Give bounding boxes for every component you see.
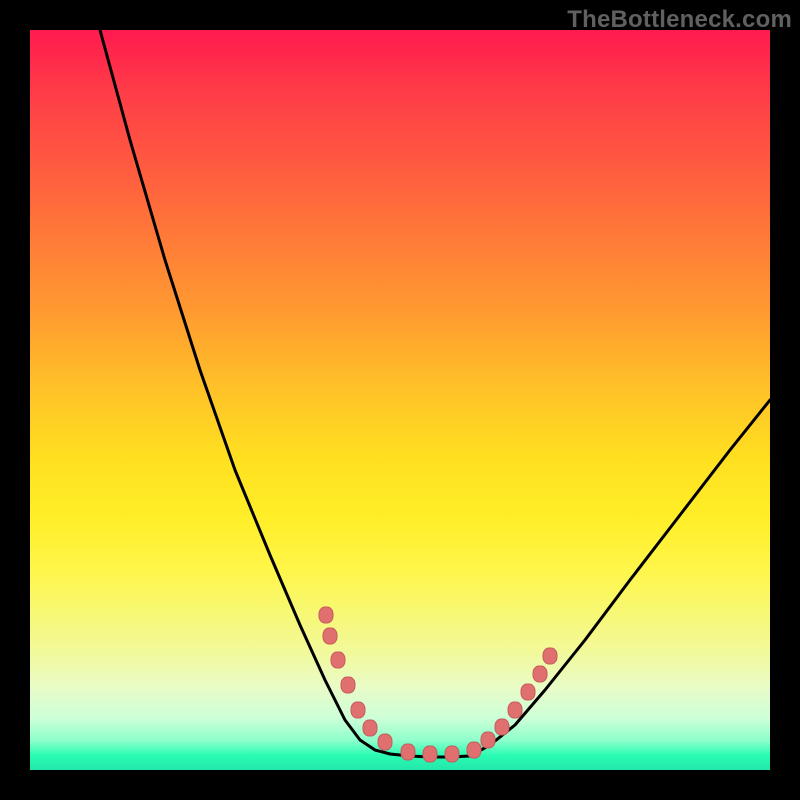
marker-dot — [543, 648, 557, 664]
bottleneck-curve — [100, 30, 770, 757]
marker-dot — [423, 746, 437, 762]
curve-layer — [30, 30, 770, 770]
marker-dot — [533, 666, 547, 682]
chart-frame: TheBottleneck.com — [0, 0, 800, 800]
marker-dot — [378, 734, 392, 750]
chart-plot-area — [30, 30, 770, 770]
marker-dots — [319, 607, 557, 762]
marker-dot — [481, 732, 495, 748]
marker-dot — [323, 628, 337, 644]
marker-dot — [445, 746, 459, 762]
marker-dot — [363, 720, 377, 736]
marker-dot — [401, 744, 415, 760]
marker-dot — [319, 607, 333, 623]
marker-dot — [331, 652, 345, 668]
watermark-label: TheBottleneck.com — [567, 6, 792, 34]
marker-dot — [351, 702, 365, 718]
marker-dot — [467, 742, 481, 758]
marker-dot — [508, 702, 522, 718]
marker-dot — [495, 719, 509, 735]
marker-dot — [341, 677, 355, 693]
marker-dot — [521, 684, 535, 700]
